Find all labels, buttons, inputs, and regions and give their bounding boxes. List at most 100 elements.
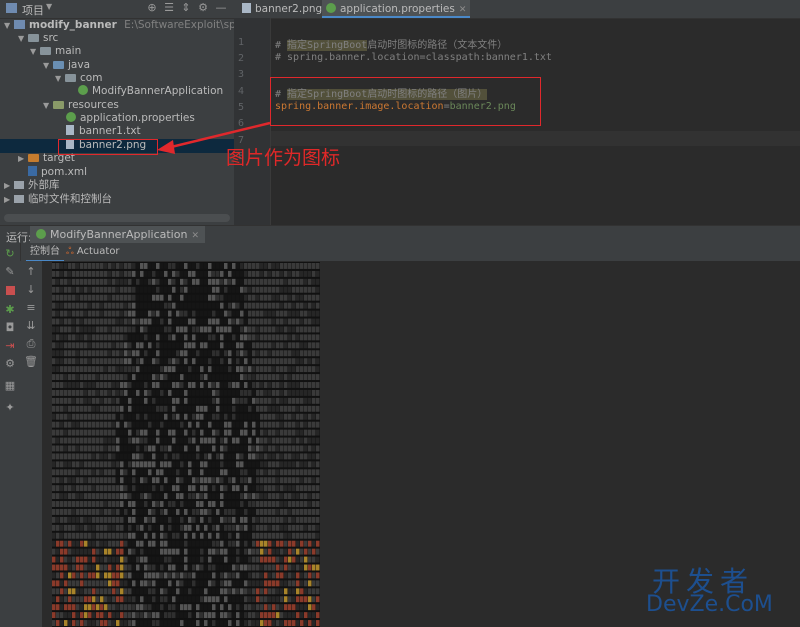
ascii-char-cell	[228, 612, 232, 619]
tab-console[interactable]: 控制台	[26, 243, 64, 262]
ascii-char-cell	[236, 469, 240, 476]
wrench-icon[interactable]: ✎	[3, 265, 17, 279]
scroll-up-icon[interactable]: ↑	[24, 265, 38, 279]
ascii-char-cell	[132, 413, 136, 420]
chevron-down-icon[interactable]: ▼	[46, 2, 52, 11]
ascii-char-cell	[224, 620, 228, 626]
expand-arrow-icon[interactable]: ▼	[18, 32, 28, 45]
ascii-char-cell	[68, 342, 72, 349]
ascii-char-cell	[204, 389, 208, 396]
close-icon[interactable]: ✕	[191, 231, 199, 241]
ascii-char-cell	[200, 350, 204, 357]
ascii-char-cell	[96, 318, 100, 325]
ascii-char-cell	[140, 580, 144, 587]
ascii-char-cell	[220, 493, 224, 500]
camera-icon[interactable]: ◘	[3, 321, 17, 335]
ascii-char-cell	[164, 604, 168, 611]
ascii-char-cell	[160, 326, 164, 333]
expand-arrow-icon[interactable]: ▼	[4, 19, 14, 32]
stop-icon[interactable]	[3, 285, 17, 299]
expand-icon[interactable]: ⇕	[180, 2, 192, 14]
ascii-char-cell	[304, 493, 308, 500]
ascii-char-cell	[284, 524, 288, 531]
collapse-all-icon[interactable]: ☰	[163, 2, 175, 14]
pin-icon[interactable]: ✦	[3, 401, 17, 415]
expand-arrow-icon[interactable]: ▼	[43, 59, 53, 72]
tree-item-java[interactable]: ▼ java	[43, 59, 90, 72]
tree-item-main[interactable]: ▼ main	[30, 45, 81, 58]
gear-icon[interactable]: ⚙	[197, 2, 209, 14]
text-file-icon	[66, 125, 74, 135]
ascii-char-cell	[280, 270, 284, 277]
tree-item-ext-libs[interactable]: ▶ 外部库	[4, 179, 60, 192]
ascii-char-cell	[304, 326, 308, 333]
ascii-char-cell	[244, 461, 248, 468]
ascii-char-cell	[220, 453, 224, 460]
ascii-char-cell	[300, 556, 304, 563]
scroll-down-icon[interactable]: ↓	[24, 283, 38, 297]
tree-item-app-class[interactable]: ModifyBannerApplication	[78, 85, 223, 98]
ascii-char-cell	[220, 294, 224, 301]
ascii-char-cell	[136, 382, 140, 388]
ascii-char-cell	[124, 342, 128, 349]
collapse-arrow-icon[interactable]: ▶	[4, 193, 14, 206]
ascii-char-cell	[192, 469, 196, 476]
exit-icon[interactable]: ⇥	[3, 339, 17, 353]
ascii-char-cell	[104, 302, 108, 309]
collapse-arrow-icon[interactable]: ▶	[4, 179, 14, 192]
ascii-char-cell	[60, 294, 64, 301]
ascii-char-cell	[284, 374, 288, 381]
soft-wrap-icon[interactable]: ≡	[24, 301, 38, 315]
ascii-char-cell	[228, 580, 232, 587]
ascii-char-cell	[208, 421, 212, 428]
project-title[interactable]: 项目	[22, 2, 44, 18]
ascii-char-cell	[260, 389, 264, 396]
ascii-char-cell	[276, 493, 280, 500]
collapse-arrow-icon[interactable]: ▶	[18, 152, 28, 165]
print-icon[interactable]: ⎙	[24, 337, 38, 351]
tab-application-properties[interactable]: application.properties ✕	[322, 0, 471, 18]
layout-icon[interactable]: ▦	[3, 379, 17, 393]
ascii-char-cell	[160, 540, 164, 547]
ascii-char-cell	[296, 524, 300, 531]
expand-arrow-icon[interactable]: ▼	[43, 99, 53, 112]
ascii-char-cell	[168, 429, 172, 436]
scroll-to-end-icon[interactable]: ⇊	[24, 319, 38, 333]
tree-item-scratches[interactable]: ▶ 临时文件和控制台	[4, 193, 112, 206]
hide-icon[interactable]: —	[215, 2, 227, 14]
ascii-char-cell	[260, 405, 264, 412]
ascii-char-cell	[212, 429, 216, 436]
debug-icon[interactable]: ✱	[3, 303, 17, 317]
expand-arrow-icon[interactable]: ▼	[55, 72, 65, 85]
horizontal-scrollbar[interactable]	[4, 214, 230, 222]
ascii-char-cell	[68, 445, 72, 452]
ascii-char-cell	[276, 342, 280, 349]
tree-item-src[interactable]: ▼ src	[18, 32, 58, 45]
ascii-char-cell	[160, 278, 164, 285]
ascii-char-cell	[72, 366, 76, 373]
ascii-char-cell	[136, 437, 140, 444]
tab-actuator[interactable]: ஃ Actuator	[66, 243, 120, 261]
folder-icon	[28, 34, 39, 42]
expand-arrow-icon[interactable]: ▼	[30, 45, 40, 58]
ascii-char-cell	[292, 469, 296, 476]
tree-item-pom[interactable]: pom.xml	[28, 166, 87, 179]
code-line-2[interactable]: # 指定SpringBoot启动时图标的路径（文本文件）	[275, 36, 507, 51]
rerun-icon[interactable]: ↻	[3, 247, 17, 261]
locate-icon[interactable]: ⊕	[146, 2, 158, 14]
ascii-char-cell	[300, 302, 304, 309]
ascii-char-cell	[112, 620, 116, 626]
settings-icon[interactable]: ⚙	[3, 357, 17, 371]
ascii-char-cell	[160, 477, 164, 484]
close-icon[interactable]: ✕	[459, 5, 467, 15]
ascii-char-cell	[112, 310, 116, 317]
tree-item-com[interactable]: ▼ com	[55, 72, 102, 85]
ascii-char-cell	[208, 508, 212, 515]
tree-item-resources[interactable]: ▼ resources	[43, 99, 119, 112]
ascii-char-cell	[196, 620, 200, 626]
tree-item-banner-txt[interactable]: banner1.txt	[66, 125, 141, 138]
ascii-char-cell	[164, 389, 168, 396]
trash-icon[interactable]: 🗑	[24, 355, 38, 369]
ascii-char-cell	[308, 564, 312, 571]
code-line-3[interactable]: # spring.banner.location=classpath:banne…	[275, 52, 552, 63]
